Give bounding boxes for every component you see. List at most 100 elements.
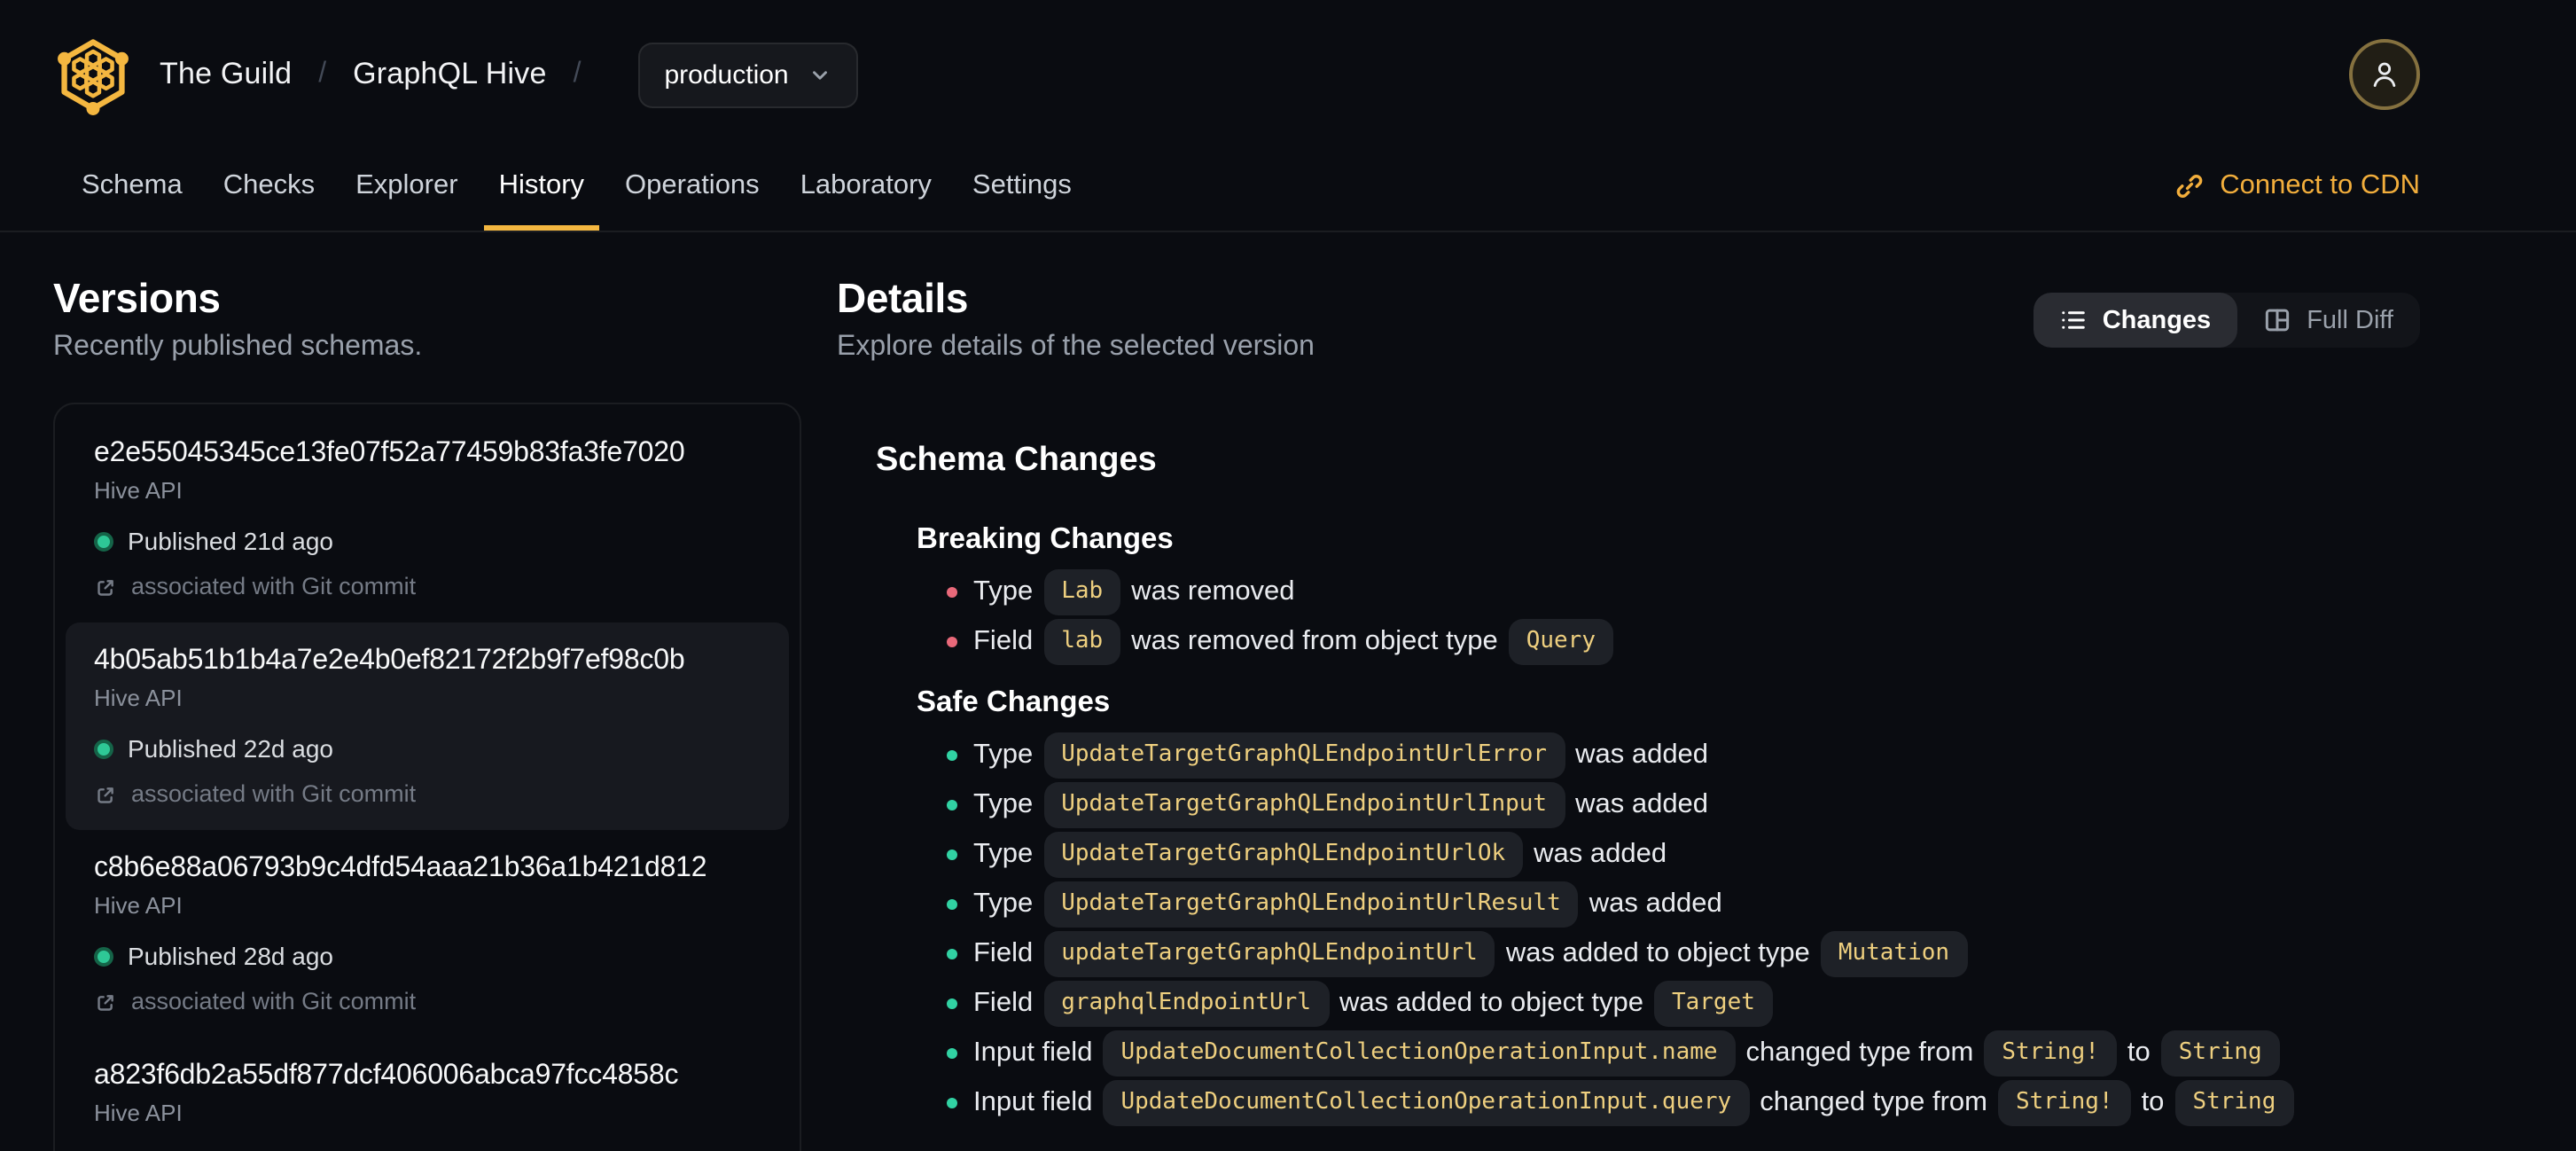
change-code-chip: String! (1984, 1030, 2117, 1077)
version-service: Hive API (94, 685, 183, 711)
change-text-segment: to (2141, 1087, 2165, 1117)
change-item: Input field UpdateDocumentCollectionOpera… (917, 1078, 2420, 1128)
details-subtitle: Explore details of the selected version (837, 332, 1315, 362)
changes-view-button[interactable]: Changes (2033, 293, 2238, 348)
link-icon (2176, 175, 2203, 198)
external-link-icon (98, 994, 113, 1010)
full-diff-view-button[interactable]: Full Diff (2237, 293, 2420, 348)
version-published-label: Published 40d ago (128, 1147, 333, 1151)
change-text: Type UpdateTargetGraphQLEndpointUrlResult… (973, 881, 1722, 928)
user-menu-button[interactable] (2349, 39, 2420, 110)
change-bullet-icon (947, 1048, 957, 1059)
nav-tab[interactable]: Operations (611, 142, 774, 231)
hive-logo[interactable] (53, 35, 133, 114)
main-nav: Schema Checks Explorer History Operations Lab… (0, 142, 2576, 232)
nav-tab[interactable]: Settings (958, 142, 1086, 231)
details-heading-block: Details Explore details of the selected … (837, 275, 1315, 365)
change-item: Field graphqlEndpointUrl was added to obje… (917, 979, 2420, 1029)
versions-panel: Versions Recently published schemas. e2e… (53, 275, 801, 1151)
change-code-chip: Query (1508, 619, 1613, 665)
change-bullet-icon (947, 899, 957, 910)
external-link-icon (98, 579, 113, 595)
version-hash: c8b6e88a06793b9c4dfd54aaa21b36a1b421d812 (94, 853, 707, 883)
change-code-chip: UpdateTargetGraphQLEndpointUrlResult (1043, 881, 1579, 928)
nav-tab[interactable]: History (484, 142, 599, 231)
change-code-chip: UpdateDocumentCollectionOperationInput.q… (1103, 1080, 1750, 1126)
details-header: Details Explore details of the selected … (837, 275, 2420, 365)
nav-tab-label: History (498, 170, 585, 200)
change-text-segment: was added to object type (1339, 988, 1643, 1018)
change-text: Type UpdateTargetGraphQLEndpointUrlInput w… (973, 782, 1708, 828)
change-text-segment: was added (1575, 789, 1709, 819)
version-commit-link: associated with Git commit (131, 780, 417, 807)
changes-list: Type UpdateTargetGraphQLEndpointUrlError w… (917, 731, 2420, 1128)
change-code-chip: String! (1997, 1080, 2131, 1126)
breadcrumb-org[interactable]: The Guild (160, 57, 292, 92)
nav-tab[interactable]: Explorer (341, 142, 472, 231)
change-text-segment: Field (973, 988, 1034, 1018)
version-item[interactable]: 4b05ab51b1b4a7e2e4b0ef82172f2b9f7ef98c0b… (66, 622, 789, 830)
change-text: Field lab was removed from object type Quer… (973, 619, 1624, 665)
version-published-row: Published 21d ago (94, 525, 761, 557)
version-commit-row[interactable]: associated with Git commit (94, 988, 761, 1016)
change-text-segment: Field (973, 938, 1034, 968)
view-toggle: Changes Full Diff (2033, 293, 2420, 348)
version-service: Hive API (94, 892, 183, 919)
version-hash: e2e55045345ce13fe07f52a77459b83fa3fe7020 (94, 438, 685, 468)
version-commit-row[interactable]: associated with Git commit (94, 780, 761, 809)
target-selector[interactable]: production (637, 42, 858, 107)
change-item: Type Lab was removed (917, 568, 2420, 617)
nav-tab-label: Schema (82, 170, 183, 200)
details-title: Details (837, 275, 969, 321)
breadcrumb: The Guild / GraphQL Hive / production (160, 42, 858, 107)
change-text: Field graphqlEndpointUrl was added to obje… (973, 981, 1784, 1027)
changes-section-heading: Breaking Changes (917, 523, 1174, 555)
change-text-segment: Type (973, 740, 1034, 770)
change-text-segment: to (2127, 1037, 2151, 1068)
change-code-chip: lab (1043, 619, 1121, 665)
changes-list: Type Lab was removed Field lab was removed f… (917, 568, 2420, 667)
schema-changes-title: Schema Changes (876, 442, 1157, 479)
nav-tab[interactable]: Schema (67, 142, 197, 231)
change-bullet-icon (947, 949, 957, 959)
nav-tab[interactable]: Checks (209, 142, 329, 231)
full-diff-view-label: Full Diff (2307, 306, 2393, 334)
external-link-icon (98, 787, 113, 803)
change-bullet-icon (947, 637, 957, 647)
change-bullet-icon (947, 587, 957, 598)
version-item[interactable]: a823f6db2a55df877dcf406006abca97fcc4858c… (66, 1037, 789, 1151)
version-published-row: Published 28d ago (94, 940, 761, 972)
change-code-chip: UpdateTargetGraphQLEndpointUrlOk (1043, 832, 1524, 878)
nav-tab-label: Checks (222, 170, 316, 200)
nav-tabs: Schema Checks Explorer History Operations Lab… (67, 142, 1086, 231)
nav-tab-label: Explorer (355, 170, 458, 200)
version-commit-row[interactable]: associated with Git commit (94, 573, 761, 601)
change-text-segment: Input field (973, 1037, 1093, 1068)
version-item[interactable]: e2e55045345ce13fe07f52a77459b83fa3fe7020… (66, 415, 789, 622)
version-commit-link: associated with Git commit (131, 573, 417, 599)
change-text-segment: Type (973, 789, 1034, 819)
change-code-chip: UpdateTargetGraphQLEndpointUrlInput (1043, 782, 1565, 828)
change-item: Type UpdateTargetGraphQLEndpointUrlResult… (917, 880, 2420, 929)
change-code-chip: Lab (1043, 569, 1121, 615)
change-code-chip: UpdateTargetGraphQLEndpointUrlError (1043, 732, 1565, 779)
breadcrumb-separator: / (318, 59, 327, 89)
versions-title: Versions (53, 275, 221, 321)
change-code-chip: Target (1653, 981, 1773, 1027)
change-text-segment: Type (973, 576, 1034, 607)
version-item[interactable]: c8b6e88a06793b9c4dfd54aaa21b36a1b421d812… (66, 830, 789, 1037)
change-text: Type UpdateTargetGraphQLEndpointUrlError w… (973, 732, 1708, 779)
change-text-segment: Input field (973, 1087, 1093, 1117)
changes-section: Breaking Changes Type Lab was removed Fiel… (876, 521, 2420, 667)
user-icon (2373, 62, 2396, 87)
breadcrumb-project[interactable]: GraphQL Hive (353, 57, 546, 92)
change-text: Type UpdateTargetGraphQLEndpointUrlOk was … (973, 832, 1667, 878)
version-hash: 4b05ab51b1b4a7e2e4b0ef82172f2b9f7ef98c0b (94, 646, 685, 676)
nav-tab[interactable]: Laboratory (786, 142, 946, 231)
change-item: Input field UpdateDocumentCollectionOpera… (917, 1029, 2420, 1078)
change-code-chip: UpdateDocumentCollectionOperationInput.n… (1103, 1030, 1736, 1077)
columns-icon (2266, 309, 2290, 332)
connect-to-cdn-button[interactable]: Connect to CDN (2175, 142, 2420, 231)
published-status-dot (94, 946, 113, 966)
change-text: Input field UpdateDocumentCollectionOpera… (973, 1030, 2291, 1077)
